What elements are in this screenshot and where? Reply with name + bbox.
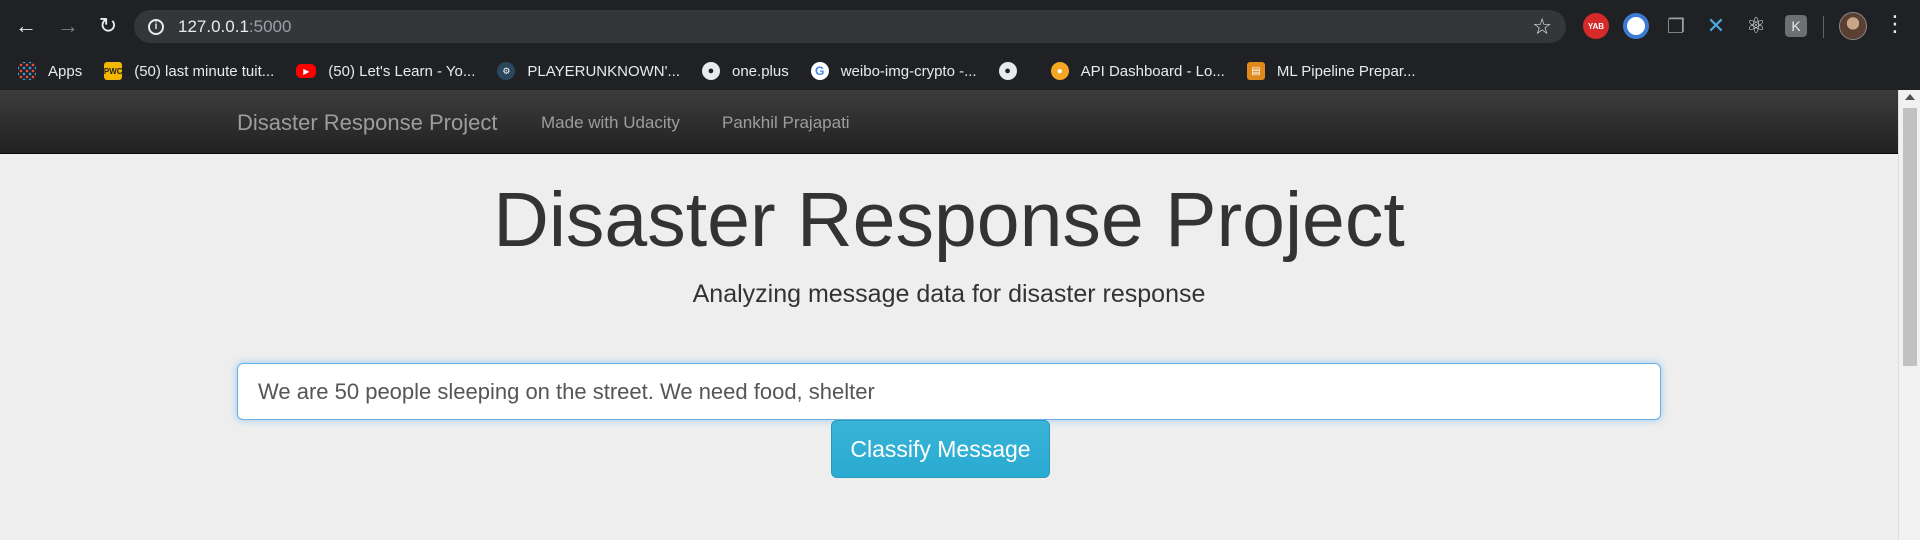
page-subtitle: Analyzing message data for disaster resp… xyxy=(692,280,1206,308)
yab-extension-icon[interactable]: YAB xyxy=(1583,13,1609,39)
k-extension-icon[interactable]: K xyxy=(1785,15,1807,37)
bookmark-label: PLAYERUNKNOWN'... xyxy=(527,62,680,80)
nav-link-author[interactable]: Pankhil Prajapati xyxy=(722,113,850,133)
bookmark-weibo[interactable]: Gweibo-img-crypto -... xyxy=(810,62,977,80)
react-devtools-icon[interactable]: ⚛ xyxy=(1743,13,1769,39)
bookmark-pubg[interactable]: ⚙ PLAYERUNKNOWN'... xyxy=(497,62,680,80)
site-navbar: Disaster Response Project Made with Udac… xyxy=(0,90,1898,154)
site-info-icon[interactable]: i xyxy=(148,18,164,35)
bookmark-oneplus[interactable]: ● one.plus xyxy=(702,62,789,80)
pwc-icon: PWC xyxy=(104,62,123,80)
bookmark-lets-learn[interactable]: ▶ (50) Let's Learn - Yo... xyxy=(296,63,475,80)
yab-label: YAB xyxy=(1587,21,1605,31)
page-title: Disaster Response Project xyxy=(493,177,1405,263)
globe-icon: ● xyxy=(702,62,720,80)
bookmark-globe[interactable]: ● xyxy=(998,62,1029,80)
message-input[interactable] xyxy=(237,363,1661,420)
bookmark-label: one.plus xyxy=(732,62,789,80)
web-page: Disaster Response Project Made with Udac… xyxy=(0,90,1898,540)
bookmark-star-icon[interactable]: ☆ xyxy=(1532,14,1552,40)
bookmarks-bar: Apps PWC (50) last minute tuit... ▶ (50) L… xyxy=(0,52,1920,90)
bookmark-label: ML Pipeline Prepar... xyxy=(1276,62,1416,80)
url-host: 127.0.0.1 xyxy=(178,16,249,36)
api-dashboard-icon: ● xyxy=(1050,62,1069,80)
google-icon: G xyxy=(810,62,829,80)
globe-icon: ● xyxy=(998,62,1017,80)
steam-icon: ⚙ xyxy=(497,62,516,80)
url-port: :5000 xyxy=(248,16,292,36)
bookmark-api-dashboard[interactable]: ● API Dashboard - Lo... xyxy=(1050,62,1225,80)
scroll-up-arrow-icon[interactable] xyxy=(1905,94,1915,100)
bookmark-label: (50) last minute tuit... xyxy=(134,62,275,80)
apps-grid-icon xyxy=(18,62,36,80)
document-extension-icon[interactable]: ❐ xyxy=(1663,13,1689,39)
bookmark-label: Apps xyxy=(48,62,83,80)
k-label: K xyxy=(1791,18,1801,34)
ring-extension-icon[interactable] xyxy=(1623,13,1649,39)
bookmark-label: API Dashboard - Lo... xyxy=(1080,62,1225,80)
page-scrollbar[interactable] xyxy=(1898,90,1920,540)
toolbar-separator xyxy=(1823,16,1824,38)
nav-link-udacity[interactable]: Made with Udacity xyxy=(541,113,680,133)
bookmark-label: weibo-img-crypto -... xyxy=(840,62,977,80)
tools-extension-icon[interactable]: ✕ xyxy=(1703,13,1729,39)
browser-toolbar: ← → ↻ i 127.0.0.1:5000 ☆ YAB ❐ ✕ ⚛ K ⋮ xyxy=(0,0,1920,52)
more-menu-icon[interactable]: ⋮ xyxy=(1884,10,1906,38)
classify-message-button[interactable]: Classify Message xyxy=(831,420,1050,478)
bookmark-label: (50) Let's Learn - Yo... xyxy=(328,62,476,80)
profile-avatar[interactable] xyxy=(1839,12,1867,40)
reload-icon[interactable]: ↻ xyxy=(94,12,122,40)
address-bar[interactable]: i 127.0.0.1:5000 ☆ xyxy=(134,10,1566,43)
navbar-brand[interactable]: Disaster Response Project xyxy=(237,110,497,136)
scroll-thumb[interactable] xyxy=(1903,108,1917,366)
youtube-icon: ▶ xyxy=(296,64,317,78)
notebook-icon: ▤ xyxy=(1246,62,1265,80)
bookmark-last-minute[interactable]: PWC (50) last minute tuit... xyxy=(104,62,274,80)
back-arrow-icon[interactable]: ← xyxy=(12,12,40,40)
bookmark-ml-pipeline[interactable]: ▤ ML Pipeline Prepar... xyxy=(1246,62,1416,80)
forward-arrow-icon[interactable]: → xyxy=(54,12,82,40)
bookmark-apps[interactable]: Apps xyxy=(18,62,82,80)
